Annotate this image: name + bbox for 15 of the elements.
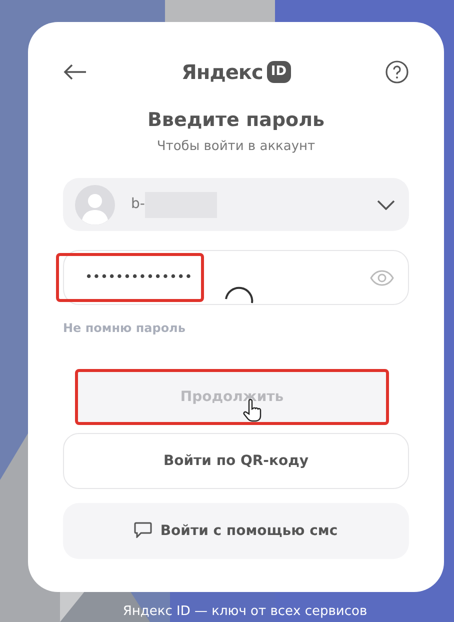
account-login: b- — [131, 195, 145, 214]
account-selector[interactable]: b- — [63, 178, 409, 231]
chevron-down-icon — [377, 200, 395, 210]
logo-text: Яндекс — [181, 59, 263, 86]
sms-login-button[interactable]: Войти с помощью смс — [63, 503, 409, 559]
password-value: •••••••••••••• — [85, 268, 192, 287]
logo-badge: ID — [266, 61, 290, 83]
qr-login-button[interactable]: Войти по QR-коду — [63, 433, 409, 489]
help-icon[interactable] — [384, 60, 409, 84]
page-title: Введите пароль — [146, 108, 326, 133]
page-subtitle: Чтобы войти в аккаунт — [156, 138, 316, 156]
footer-text: Яндекс ID — ключ от всех сервисов — [122, 603, 368, 621]
avatar-icon — [75, 184, 115, 224]
chat-bubble-icon — [134, 522, 152, 538]
back-arrow-icon[interactable] — [63, 64, 87, 80]
